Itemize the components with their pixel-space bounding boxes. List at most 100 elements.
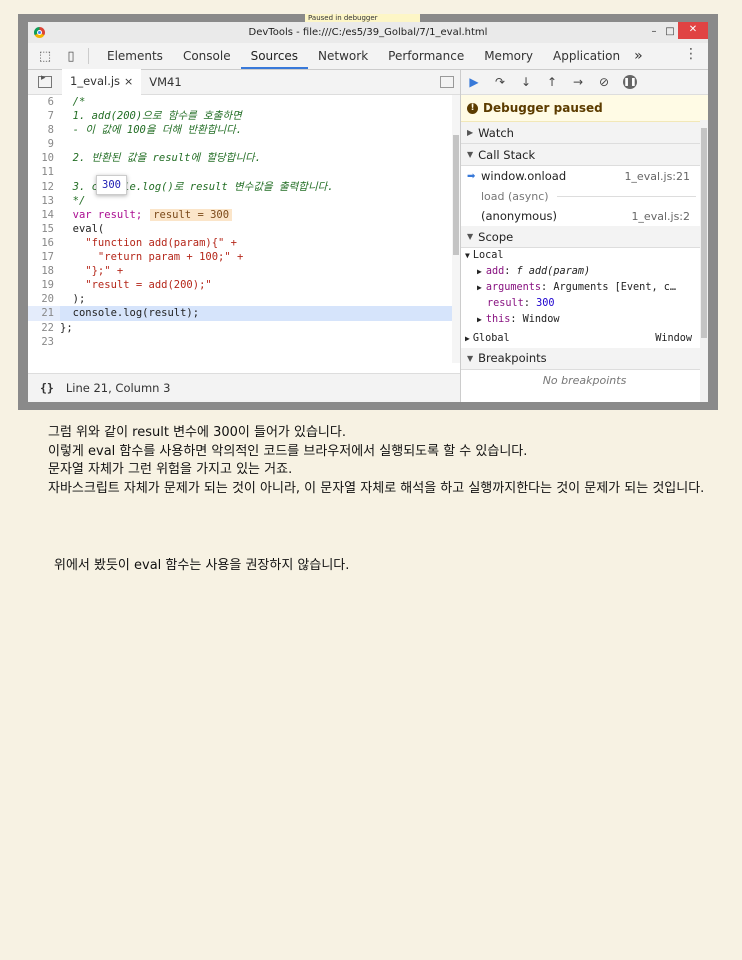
line-number[interactable]: 8 bbox=[28, 123, 60, 137]
scope-item[interactable]: result: 300 bbox=[461, 295, 708, 311]
line-number[interactable]: 20 bbox=[28, 292, 60, 306]
close-tab-icon[interactable]: × bbox=[124, 75, 133, 88]
line-number[interactable]: 19 bbox=[28, 278, 60, 292]
line-number[interactable]: 21 bbox=[28, 306, 60, 320]
call-frame-row[interactable]: (anonymous) 1_eval.js:2 bbox=[461, 206, 708, 226]
paragraph: 이렇게 eval 함수를 사용하면 악의적인 코드를 브라우저에서 실행되도록 … bbox=[48, 443, 528, 459]
code-line: 7 1. add(200)으로 함수를 호출하면 bbox=[28, 109, 460, 123]
line-number[interactable]: 22 bbox=[28, 321, 60, 335]
line-number[interactable]: 16 bbox=[28, 236, 60, 250]
local-scope-header[interactable]: ▼ Local bbox=[461, 248, 708, 264]
file-tab-vm41[interactable]: VM41 bbox=[141, 70, 189, 94]
code-line: 8 - 이 값에 100을 더해 반환합니다. bbox=[28, 123, 460, 137]
global-scope-row[interactable]: ▶ Global Window bbox=[461, 330, 708, 348]
collapse-arrow-icon: ▼ bbox=[465, 251, 470, 261]
breakpoints-section-header[interactable]: ▼ Breakpoints bbox=[461, 347, 708, 370]
frame-name: (anonymous) bbox=[481, 209, 557, 223]
minimize-icon[interactable]: – bbox=[646, 24, 662, 40]
line-number[interactable]: 18 bbox=[28, 264, 60, 278]
scope-key: result bbox=[487, 297, 524, 309]
editor-scrollbar[interactable] bbox=[452, 95, 460, 363]
navigator-toggle-icon[interactable] bbox=[38, 73, 52, 88]
cursor-position: Line 21, Column 3 bbox=[65, 381, 171, 395]
window-title: DevTools - file:///C:/es5/39_Golbal/7/1_… bbox=[248, 27, 488, 38]
scrollbar-thumb[interactable] bbox=[453, 135, 459, 255]
scope-item[interactable]: ▶ add: f add(param) bbox=[461, 264, 708, 280]
debugger-toggle-icon[interactable] bbox=[440, 76, 454, 88]
code-line-var-result: var result; result = 300 bbox=[60, 208, 460, 222]
line-number[interactable]: 14 bbox=[28, 208, 60, 222]
inspect-element-icon[interactable]: ⬚ bbox=[36, 47, 54, 65]
code-text: 2. 반환된 값을 result에 할당합니다. bbox=[60, 152, 262, 165]
code-text: - 이 값에 100을 더해 반환합니다. bbox=[60, 124, 243, 137]
tab-network[interactable]: Network bbox=[308, 43, 378, 69]
title-bar: DevTools - file:///C:/es5/39_Golbal/7/1_… bbox=[28, 22, 708, 43]
tab-performance[interactable]: Performance bbox=[378, 43, 474, 69]
current-frame-icon: ➡ bbox=[467, 170, 476, 182]
line-number[interactable]: 9 bbox=[28, 137, 60, 151]
code-line: 23 bbox=[28, 335, 460, 349]
pause-on-exceptions-icon[interactable]: ❚❚ bbox=[623, 75, 637, 89]
call-stack-section-header[interactable]: ▼ Call Stack bbox=[461, 144, 708, 166]
tab-elements[interactable]: Elements bbox=[97, 43, 173, 69]
line-number[interactable]: 6 bbox=[28, 95, 60, 109]
code-line: 11 bbox=[28, 165, 460, 179]
scope-key: add bbox=[485, 266, 505, 278]
maximize-icon[interactable]: □ bbox=[662, 24, 678, 40]
editor-statusbar: {} Line 21, Column 3 bbox=[28, 373, 460, 402]
code-text: eval( bbox=[60, 222, 105, 235]
scope-value: f add(param) bbox=[516, 266, 591, 278]
deactivate-breakpoints-icon[interactable]: ⊘ bbox=[591, 75, 617, 89]
frame-location[interactable]: 1_eval.js:2 bbox=[631, 210, 690, 223]
resume-icon[interactable]: ▶︎ bbox=[461, 75, 487, 89]
call-frame-row[interactable]: ➡ window.onload 1_eval.js:21 bbox=[461, 166, 708, 186]
window-controls: – □ ✕ bbox=[646, 22, 708, 43]
code-line: 13 */ bbox=[28, 194, 460, 208]
pretty-print-icon[interactable]: {} bbox=[40, 381, 54, 395]
code-line: 16 "function add(param){" + bbox=[28, 236, 460, 250]
line-number[interactable]: 12 bbox=[28, 180, 60, 194]
scope-value: Arguments [Event, c… bbox=[553, 281, 676, 293]
line-number[interactable]: 11 bbox=[28, 165, 60, 179]
file-tab-label: 1_eval.js bbox=[70, 74, 121, 88]
close-icon[interactable]: ✕ bbox=[678, 22, 708, 39]
scrollbar-thumb[interactable] bbox=[701, 128, 707, 338]
step-over-icon[interactable]: ↷ bbox=[487, 75, 513, 89]
scope-value: Window bbox=[522, 313, 560, 325]
expand-arrow-icon: ▶ bbox=[467, 128, 474, 137]
expand-arrow-icon: ▶ bbox=[477, 314, 482, 324]
line-number[interactable]: 13 bbox=[28, 194, 60, 208]
scope-item[interactable]: ▶ arguments: Arguments [Event, c… bbox=[461, 280, 708, 296]
file-tab-1-eval[interactable]: 1_eval.js × bbox=[62, 69, 142, 95]
explanation-text: 그럼 위와 같이 result 변수에 300이 들어가 있습니다. 이렇게 e… bbox=[48, 424, 738, 498]
sidebar-scrollbar[interactable] bbox=[700, 120, 708, 402]
scope-item[interactable]: ▶ this: Window bbox=[461, 311, 708, 327]
scope-label: Scope bbox=[478, 229, 514, 244]
line-number[interactable]: 23 bbox=[28, 335, 60, 349]
kebab-menu-icon[interactable]: ⋮ bbox=[684, 46, 698, 62]
step-into-icon[interactable]: ↓ bbox=[513, 75, 539, 89]
scope-section-header[interactable]: ▼ Scope bbox=[461, 226, 708, 248]
code-text: /* bbox=[60, 96, 86, 108]
devtools-tabbar: ⬚ ▯ Elements Console Sources Network Per… bbox=[28, 43, 708, 70]
frame-location[interactable]: 1_eval.js:21 bbox=[624, 170, 690, 183]
code-line: 9 bbox=[28, 137, 460, 151]
step-out-icon[interactable]: ↑ bbox=[539, 75, 565, 89]
tab-memory[interactable]: Memory bbox=[474, 43, 543, 69]
code-area[interactable]: 6 /* 7 1. add(200)으로 함수를 호출하면 8 - 이 값에 1… bbox=[28, 95, 460, 363]
code-text: ); bbox=[60, 293, 86, 306]
chrome-icon bbox=[34, 27, 45, 38]
tab-console[interactable]: Console bbox=[173, 43, 241, 69]
tab-sources[interactable]: Sources bbox=[240, 43, 309, 69]
tab-application[interactable]: Application bbox=[543, 43, 630, 69]
step-icon[interactable]: → bbox=[565, 75, 591, 89]
line-number[interactable]: 17 bbox=[28, 250, 60, 264]
line-number[interactable]: 15 bbox=[28, 222, 60, 236]
expand-arrow-icon: ▶ bbox=[465, 334, 470, 344]
line-number[interactable]: 10 bbox=[28, 151, 60, 165]
line-number[interactable]: 7 bbox=[28, 109, 60, 123]
more-tabs-icon[interactable]: » bbox=[634, 48, 643, 64]
device-toolbar-icon[interactable]: ▯ bbox=[62, 47, 80, 65]
watch-section-header[interactable]: ▶ Watch bbox=[461, 122, 708, 144]
